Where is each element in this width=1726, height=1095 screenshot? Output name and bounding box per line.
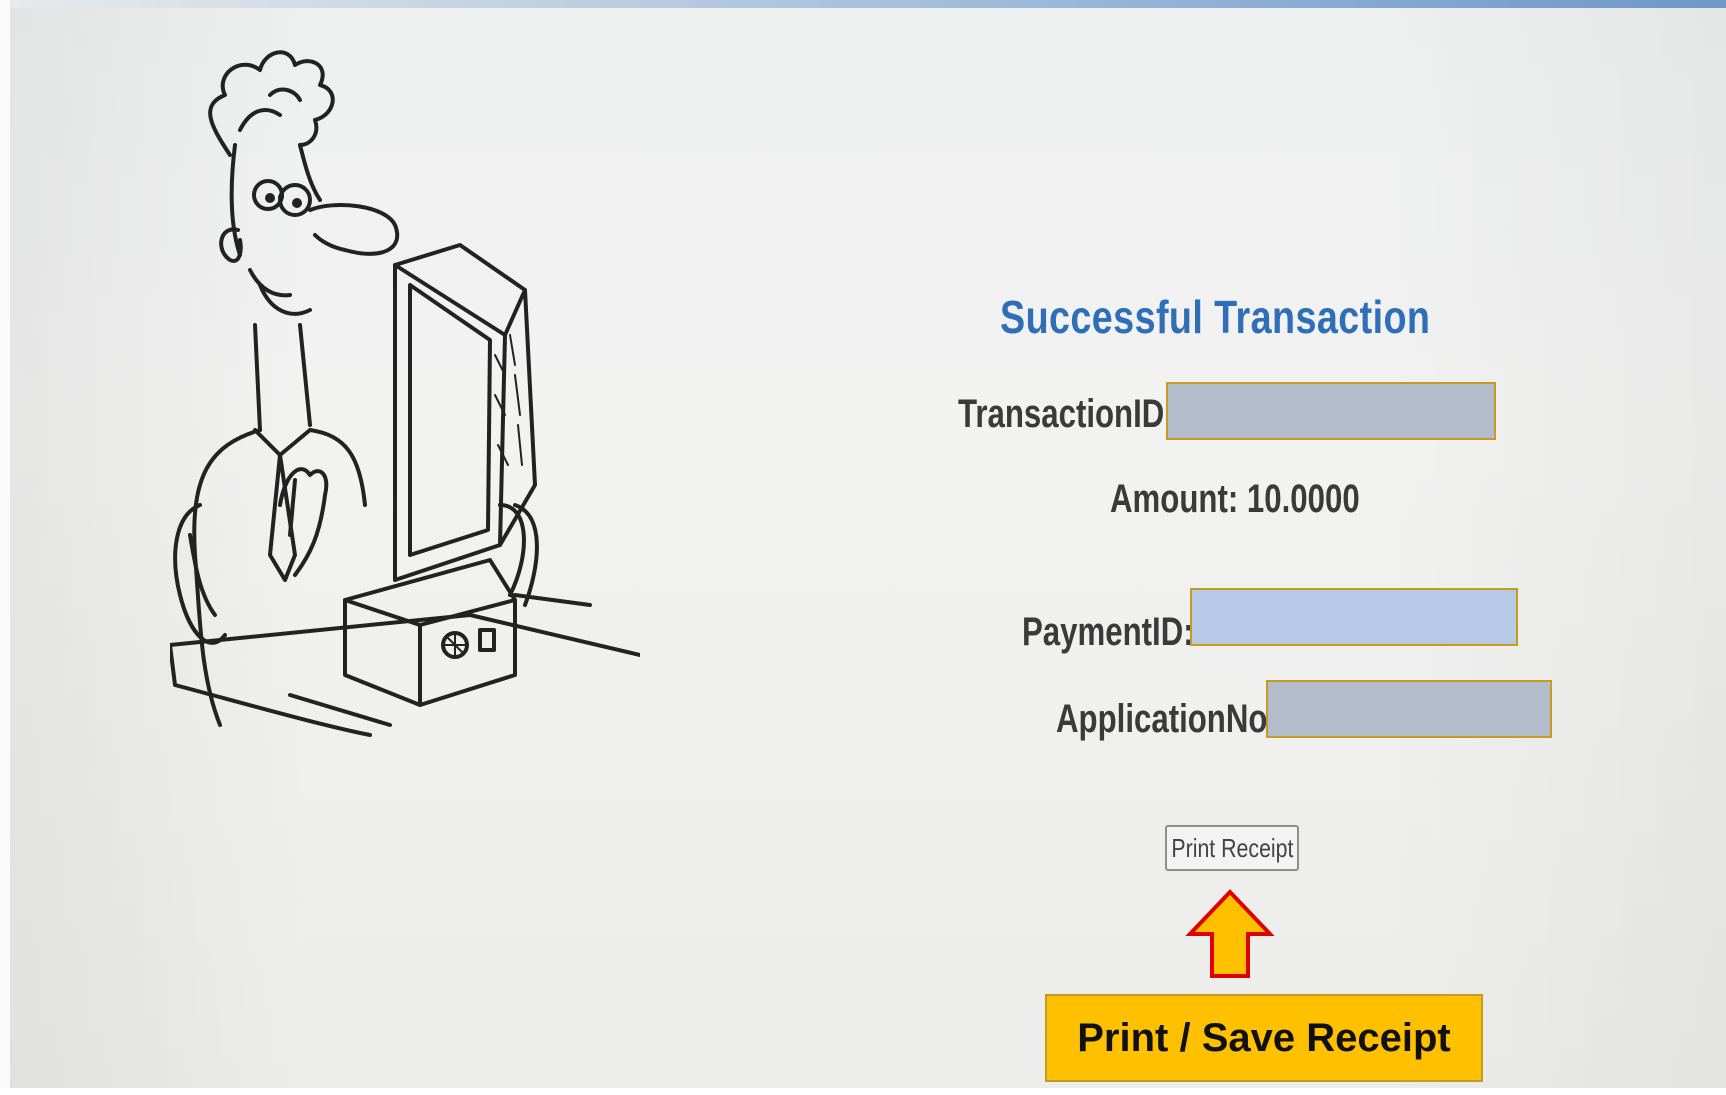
amount-label: Amount: 10.0000 [1110,477,1360,521]
application-no-label: ApplicationNo: [1056,697,1278,741]
transaction-id-label: TransactionID: [958,392,1175,436]
photo-bottom-edge [0,1088,1726,1095]
payment-id-redacted-value [1190,588,1518,646]
up-arrow-icon [1185,889,1275,978]
print-save-receipt-callout: Print / Save Receipt [1045,994,1483,1082]
print-receipt-button[interactable]: Print Receipt [1165,825,1299,871]
transaction-id-redacted-value [1166,382,1496,440]
print-receipt-label: Print Receipt [1170,832,1294,863]
photo-left-edge [0,0,10,1095]
window-top-border [0,0,1726,8]
page-title: Successful Transaction [1000,291,1431,343]
cartoon-man-at-computer-illustration [170,50,640,737]
application-no-redacted-value [1266,680,1552,738]
payment-id-label: PaymentID: [1022,610,1194,654]
